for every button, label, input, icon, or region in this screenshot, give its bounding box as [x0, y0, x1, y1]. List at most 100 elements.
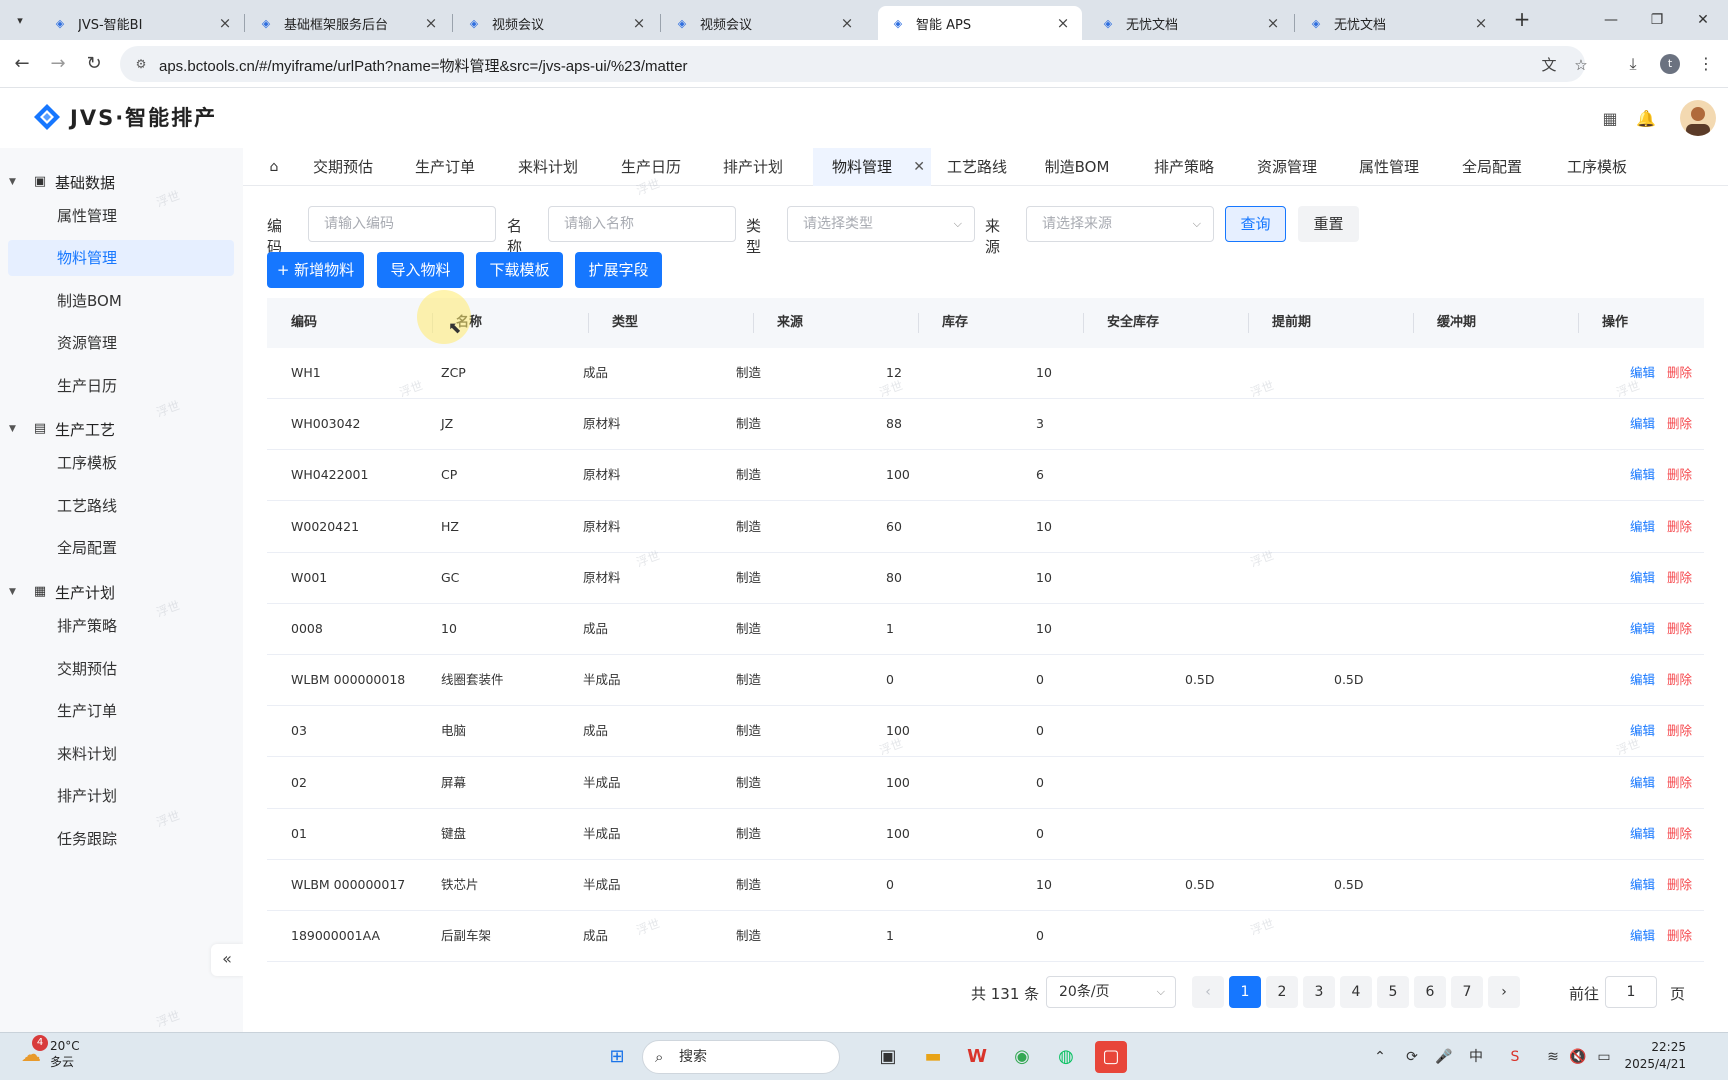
delete-link[interactable]: 删除: [1667, 399, 1692, 449]
window-close-icon[interactable]: ✕: [1680, 6, 1726, 34]
sidebar-item-routing[interactable]: 工艺路线: [8, 488, 234, 524]
sidebar-collapse-button[interactable]: «: [211, 944, 243, 976]
browser-menu-icon[interactable]: ⋮: [1694, 52, 1718, 76]
tab-attributes[interactable]: 属性管理: [1341, 148, 1437, 186]
edit-link[interactable]: 编辑: [1630, 604, 1655, 654]
tray-overflow-icon[interactable]: ⌃: [1370, 1047, 1390, 1067]
battery-icon[interactable]: ▭: [1594, 1047, 1614, 1067]
sidebar-item-incoming-plan[interactable]: 来料计划: [8, 736, 234, 772]
browser-tab-docs-1[interactable]: ◈ 无忧文档 ×: [1088, 6, 1292, 40]
reset-button[interactable]: 重置: [1298, 206, 1359, 242]
delete-link[interactable]: 删除: [1667, 348, 1692, 398]
delete-link[interactable]: 删除: [1667, 502, 1692, 552]
browser-tab-docs-2[interactable]: ◈ 无忧文档 ×: [1296, 6, 1500, 40]
sidebar-item-bom[interactable]: 制造BOM: [8, 283, 234, 319]
tab-close-icon[interactable]: ✕: [913, 148, 925, 186]
sidebar-group-process[interactable]: ▼ ▤ 生产工艺: [0, 411, 243, 447]
tab-resources[interactable]: 资源管理: [1239, 148, 1335, 186]
page-4-button[interactable]: 4: [1340, 976, 1372, 1008]
site-settings-icon[interactable]: ⚙: [132, 55, 150, 73]
goto-page-input[interactable]: 1: [1605, 976, 1657, 1008]
page-size-select[interactable]: 20条/页 ⌵: [1046, 976, 1176, 1008]
tab-close-icon[interactable]: ×: [1472, 14, 1490, 32]
sidebar-item-process-template[interactable]: 工序模板: [8, 445, 234, 481]
import-material-button[interactable]: 导入物料: [377, 252, 464, 288]
delete-link[interactable]: 删除: [1667, 450, 1692, 500]
ime-indicator[interactable]: 中: [1466, 1047, 1486, 1067]
sidebar-item-materials[interactable]: 物料管理: [8, 240, 234, 276]
weather-widget[interactable]: ☁ 4 20°C 多云: [16, 1035, 80, 1070]
delete-link[interactable]: 删除: [1667, 706, 1692, 756]
back-icon[interactable]: ←: [10, 52, 34, 76]
tab-close-icon[interactable]: ×: [1054, 14, 1072, 32]
edit-link[interactable]: 编辑: [1630, 809, 1655, 859]
browser-tab-framework[interactable]: ◈ 基础框架服务后台 ×: [246, 6, 450, 40]
sidebar-item-strategy[interactable]: 排产策略: [8, 608, 234, 644]
translate-icon[interactable]: 文: [1539, 55, 1559, 75]
taskbar-search[interactable]: ⌕ 搜索: [642, 1040, 840, 1074]
download-icon[interactable]: ⤓: [1621, 52, 1645, 76]
new-tab-icon[interactable]: +: [1510, 8, 1534, 32]
edit-link[interactable]: 编辑: [1630, 758, 1655, 808]
profile-avatar[interactable]: t: [1660, 54, 1680, 74]
tab-search-chevron-icon[interactable]: ▾: [8, 8, 32, 32]
recorder-app-icon[interactable]: ▢: [1095, 1041, 1127, 1073]
source-select[interactable]: 请选择来源 ⌵: [1026, 206, 1214, 242]
microphone-icon[interactable]: 🎤: [1434, 1047, 1454, 1067]
wechat-icon[interactable]: ◍: [1050, 1041, 1082, 1073]
type-select[interactable]: 请选择类型 ⌵: [787, 206, 975, 242]
tab-delivery-estimate[interactable]: 交期预估: [295, 148, 391, 186]
next-page-button[interactable]: ›: [1488, 976, 1520, 1008]
user-avatar[interactable]: [1680, 100, 1716, 136]
home-icon[interactable]: ⌂: [265, 158, 283, 176]
browser-tab-video-2[interactable]: ◈ 视频会议 ×: [662, 6, 866, 40]
tab-bom[interactable]: 制造BOM: [1029, 148, 1125, 186]
edit-link[interactable]: 编辑: [1630, 553, 1655, 603]
restore-icon[interactable]: ❐: [1634, 6, 1680, 34]
tab-materials[interactable]: 物料管理 ✕: [813, 148, 931, 186]
download-template-button[interactable]: 下载模板: [476, 252, 563, 288]
sidebar-group-plan[interactable]: ▼ ▦ 生产计划: [0, 574, 243, 610]
delete-link[interactable]: 删除: [1667, 911, 1692, 961]
volume-muted-icon[interactable]: 🔇: [1568, 1047, 1588, 1067]
query-button[interactable]: 查询: [1225, 206, 1286, 242]
page-2-button[interactable]: 2: [1266, 976, 1298, 1008]
tab-routing[interactable]: 工艺路线: [929, 148, 1025, 186]
edit-link[interactable]: 编辑: [1630, 450, 1655, 500]
sidebar-group-basic-data[interactable]: ▼ ▣ 基础数据: [0, 164, 243, 200]
forward-icon[interactable]: →: [46, 52, 70, 76]
code-input[interactable]: 请输入编码: [308, 206, 496, 242]
sidebar-item-global-config[interactable]: 全局配置: [8, 530, 234, 566]
sidebar-item-orders[interactable]: 生产订单: [8, 693, 234, 729]
tab-schedule-plan[interactable]: 排产计划: [705, 148, 801, 186]
prev-page-button[interactable]: ‹: [1192, 976, 1224, 1008]
tab-global-config[interactable]: 全局配置: [1444, 148, 1540, 186]
notification-bell-icon[interactable]: 🔔: [1635, 108, 1657, 130]
page-7-button[interactable]: 7: [1451, 976, 1483, 1008]
address-bar[interactable]: ⚙ aps.bctools.cn/#/myiframe/urlPath?name…: [120, 46, 1588, 82]
tab-process-template[interactable]: 工序模板: [1549, 148, 1645, 186]
tab-close-icon[interactable]: ×: [216, 14, 234, 32]
edit-link[interactable]: 编辑: [1630, 502, 1655, 552]
delete-link[interactable]: 删除: [1667, 860, 1692, 910]
delete-link[interactable]: 删除: [1667, 758, 1692, 808]
extend-fields-button[interactable]: 扩展字段: [575, 252, 662, 288]
wifi-icon[interactable]: ≋: [1543, 1047, 1563, 1067]
tab-orders[interactable]: 生产订单: [397, 148, 493, 186]
bookmark-star-icon[interactable]: ☆: [1571, 55, 1591, 75]
edit-link[interactable]: 编辑: [1630, 860, 1655, 910]
system-clock[interactable]: 22:25 2025/4/21: [1624, 1039, 1686, 1073]
page-5-button[interactable]: 5: [1377, 976, 1409, 1008]
sidebar-item-calendar[interactable]: 生产日历: [8, 368, 234, 404]
sidebar-item-resources[interactable]: 资源管理: [8, 325, 234, 361]
browser-tab-video-1[interactable]: ◈ 视频会议 ×: [454, 6, 658, 40]
task-view-icon[interactable]: ▣: [872, 1041, 904, 1073]
edit-link[interactable]: 编辑: [1630, 706, 1655, 756]
tab-close-icon[interactable]: ×: [838, 14, 856, 32]
edit-link[interactable]: 编辑: [1630, 348, 1655, 398]
page-1-button[interactable]: 1: [1229, 976, 1261, 1008]
url-text[interactable]: aps.bctools.cn/#/myiframe/urlPath?name=物…: [159, 55, 688, 76]
sidebar-item-schedule-plan[interactable]: 排产计划: [8, 778, 234, 814]
tab-incoming-plan[interactable]: 来料计划: [500, 148, 596, 186]
add-material-button[interactable]: + 新增物料: [267, 252, 364, 288]
